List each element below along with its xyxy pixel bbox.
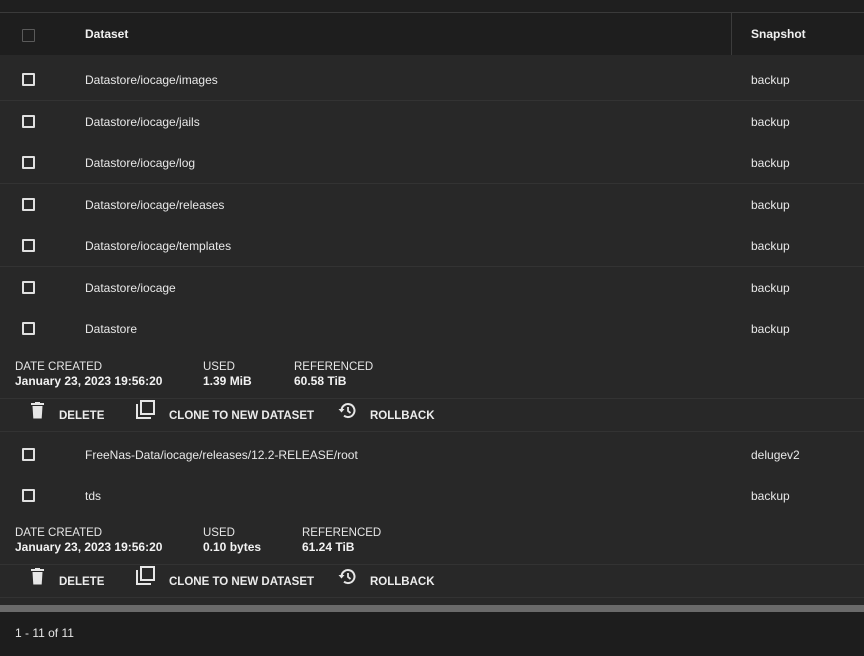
history-icon	[338, 565, 356, 599]
referenced-label: REFERENCED	[294, 361, 374, 373]
used-field: USED 1.39 MiB	[203, 360, 252, 389]
snapshot-details: DATE CREATED January 23, 2023 19:56:20 U…	[0, 520, 864, 564]
row-checkbox[interactable]	[22, 322, 35, 335]
used-value: 0.10 bytes	[203, 540, 262, 554]
date-created-label: DATE CREATED	[15, 361, 103, 373]
table-row[interactable]: FreeNas-Data/iocage/releases/12.2-RELEAS…	[0, 434, 864, 476]
dataset-cell: Datastore/iocage/log	[85, 156, 196, 170]
trash-icon	[30, 565, 45, 599]
snapshot-cell: delugev2	[751, 448, 800, 462]
snapshot-cell: backup	[751, 73, 790, 87]
horizontal-scrollbar[interactable]	[0, 605, 864, 612]
referenced-value: 61.24 TiB	[302, 540, 355, 554]
clone-label: CLONE TO NEW DATASET	[169, 576, 315, 588]
rollback-label: ROLLBACK	[370, 576, 435, 588]
row-checkbox[interactable]	[22, 156, 35, 169]
table-footer: 1 - 11 of 11	[0, 612, 864, 656]
table-row[interactable]: tds backup	[0, 475, 864, 517]
table-row[interactable]: Datastore backup	[0, 308, 864, 350]
snapshot-cell: backup	[751, 281, 790, 295]
snapshot-actions: DELETE CLONE TO NEW DATASET ROLLBACK	[0, 398, 864, 432]
rollback-button[interactable]: ROLLBACK	[338, 565, 435, 599]
dataset-cell: Datastore/iocage/templates	[85, 239, 232, 253]
trash-icon	[30, 399, 45, 433]
rollback-label: ROLLBACK	[370, 410, 435, 422]
snapshot-cell: backup	[751, 489, 790, 503]
date-created-field: DATE CREATED January 23, 2023 19:56:20	[15, 526, 162, 555]
snapshot-cell: backup	[751, 115, 790, 129]
clone-label: CLONE TO NEW DATASET	[169, 410, 315, 422]
used-label: USED	[203, 361, 235, 373]
dataset-cell: tds	[85, 489, 102, 503]
row-checkbox[interactable]	[22, 198, 35, 211]
date-created-value: January 23, 2023 19:56:20	[15, 374, 163, 388]
copy-icon	[136, 565, 155, 599]
dataset-cell: Datastore/iocage	[85, 281, 176, 295]
row-checkbox[interactable]	[22, 281, 35, 294]
dataset-cell: FreeNas-Data/iocage/releases/12.2-RELEAS…	[85, 448, 358, 462]
top-strip	[0, 0, 864, 13]
delete-label: DELETE	[59, 410, 105, 422]
date-created-label: DATE CREATED	[15, 527, 103, 539]
table-row[interactable]: Datastore/iocage backup	[0, 267, 864, 309]
row-checkbox[interactable]	[22, 115, 35, 128]
snapshot-cell: backup	[751, 198, 790, 212]
referenced-field: REFERENCED 61.24 TiB	[302, 526, 381, 555]
select-all-checkbox[interactable]	[22, 29, 35, 42]
row-checkbox[interactable]	[22, 73, 35, 86]
table-header: Dataset Snapshot	[0, 13, 864, 55]
table-row[interactable]: Datastore/iocage/log backup	[0, 142, 864, 184]
column-header-snapshot[interactable]: Snapshot	[751, 13, 806, 55]
table-row[interactable]: Datastore/iocage/images backup	[0, 59, 864, 101]
dataset-cell: Datastore/iocage/jails	[85, 115, 200, 129]
date-created-field: DATE CREATED January 23, 2023 19:56:20	[15, 360, 162, 389]
row-checkbox[interactable]	[22, 239, 35, 252]
table-row[interactable]: Datastore/iocage/jails backup	[0, 101, 864, 143]
clone-button[interactable]: CLONE TO NEW DATASET	[136, 565, 314, 599]
pagination-info: 1 - 11 of 11	[15, 626, 74, 640]
column-divider[interactable]	[731, 13, 732, 55]
snapshot-cell: backup	[751, 239, 790, 253]
used-field: USED 0.10 bytes	[203, 526, 261, 555]
column-header-dataset[interactable]: Dataset	[85, 13, 128, 55]
delete-button[interactable]: DELETE	[30, 565, 104, 599]
date-created-value: January 23, 2023 19:56:20	[15, 540, 163, 554]
referenced-value: 60.58 TiB	[294, 374, 347, 388]
used-label: USED	[203, 527, 235, 539]
rollback-button[interactable]: ROLLBACK	[338, 399, 435, 433]
history-icon	[338, 399, 356, 433]
snapshot-actions: DELETE CLONE TO NEW DATASET ROLLBACK	[0, 564, 864, 598]
table-row[interactable]: Datastore/iocage/releases backup	[0, 184, 864, 226]
table-row[interactable]: Datastore/iocage/templates backup	[0, 225, 864, 267]
used-value: 1.39 MiB	[203, 374, 252, 388]
copy-icon	[136, 399, 155, 433]
dataset-cell: Datastore	[85, 322, 138, 336]
delete-label: DELETE	[59, 576, 105, 588]
snapshot-details: DATE CREATED January 23, 2023 19:56:20 U…	[0, 354, 864, 398]
row-checkbox[interactable]	[22, 448, 35, 461]
clone-button[interactable]: CLONE TO NEW DATASET	[136, 399, 314, 433]
referenced-label: REFERENCED	[302, 527, 382, 539]
snapshot-cell: backup	[751, 322, 790, 336]
snapshot-cell: backup	[751, 156, 790, 170]
dataset-cell: Datastore/iocage/releases	[85, 198, 225, 212]
delete-button[interactable]: DELETE	[30, 399, 104, 433]
dataset-cell: Datastore/iocage/images	[85, 73, 218, 87]
row-checkbox[interactable]	[22, 489, 35, 502]
referenced-field: REFERENCED 60.58 TiB	[294, 360, 373, 389]
